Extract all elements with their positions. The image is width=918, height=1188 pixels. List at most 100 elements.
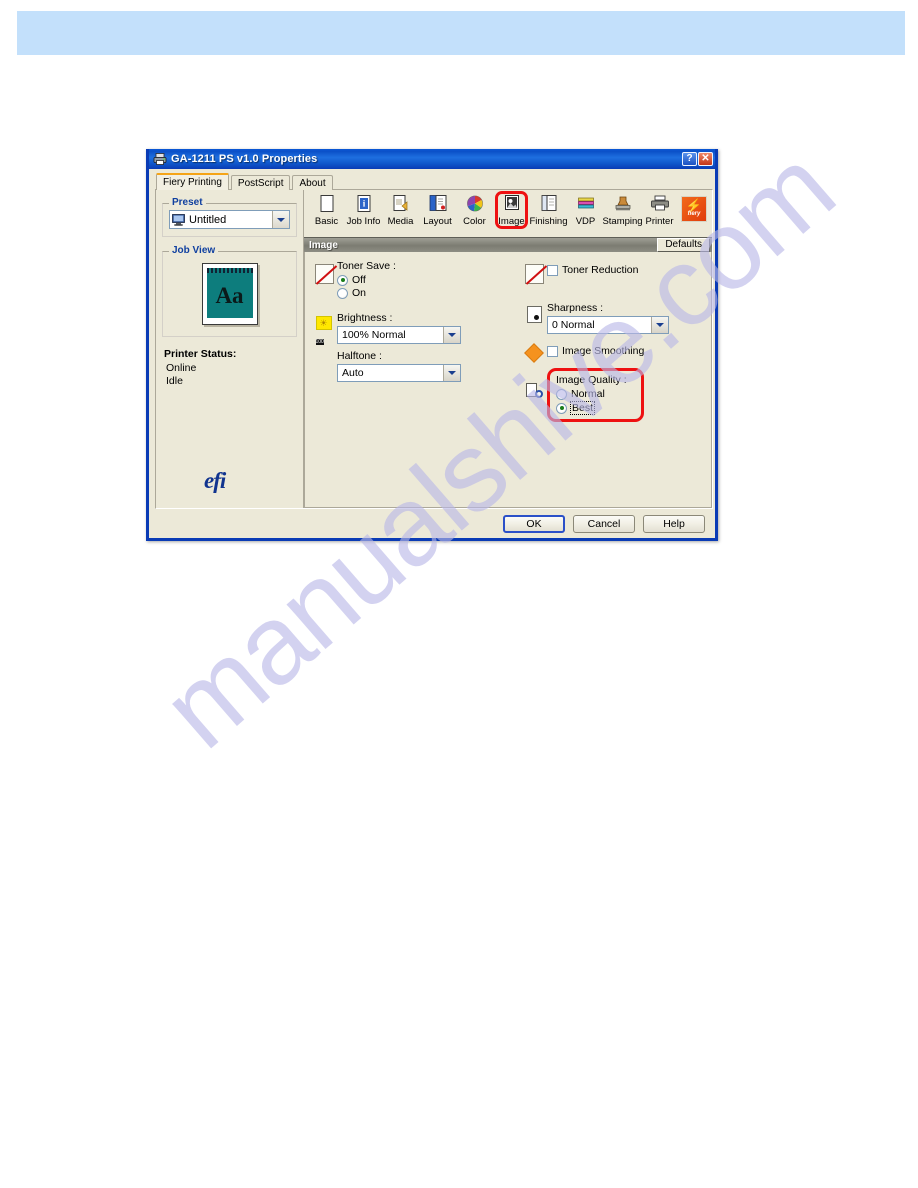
toolbar-label-vdp: VDP (575, 216, 596, 227)
toolbar-item-layout[interactable]: Layout (419, 193, 456, 227)
settings-right-column: Toner Reduction Sharpness: 0 Normal Ima… (511, 260, 705, 507)
toolbar-item-job-info[interactable]: i Job Info (345, 193, 382, 227)
cancel-button[interactable]: Cancel (573, 515, 635, 533)
finishing-icon (538, 193, 560, 215)
toner-save-icon-wrap (311, 260, 337, 284)
toner-save-field: Toner Save : Off On (311, 260, 511, 300)
dialog-title: GA-1211 PS v1.0 Properties (171, 153, 318, 165)
toner-save-off-label: Off (352, 274, 366, 286)
toolbar-item-printer[interactable]: Printer (641, 193, 678, 227)
sharpness-label: Sharpness : (547, 302, 604, 314)
tab-strip: Fiery Printing PostScript About (156, 173, 335, 190)
printer-status-title: Printer Status: (164, 348, 237, 360)
halftone-value: Auto (342, 367, 364, 379)
orange-diamond-icon (524, 343, 544, 363)
brightness-label: Brightness : (337, 312, 393, 324)
preset-value: Untitled (189, 213, 227, 226)
radio-image-quality-best[interactable] (556, 402, 567, 414)
job-preview: Aa (201, 263, 258, 325)
image-smoothing-label: Image Smoothing (562, 345, 645, 357)
brightness-value-chip: 100 (315, 339, 324, 345)
layout-page-icon (427, 193, 449, 215)
category-toolbar: Basic i Job Info Media Layout Color Imag… (304, 190, 712, 237)
image-quality-field: Image Quality : Normal Best (521, 368, 705, 422)
toolbar-label-job-info: Job Info (346, 216, 381, 227)
image-icon (501, 193, 523, 215)
vdp-stack-icon (575, 193, 597, 215)
dialog-titlebar: GA-1211 PS v1.0 Properties ? ✕ (149, 149, 715, 169)
image-quality-highlight-box: Image Quality : Normal Best (547, 368, 644, 422)
disabled-slash-icon (314, 264, 334, 284)
checkbox-toner-reduction[interactable] (547, 264, 558, 276)
dialog-footer: OK Cancel Help (149, 510, 715, 538)
ok-button[interactable]: OK (503, 515, 565, 533)
chevron-down-icon[interactable] (272, 211, 289, 228)
media-page-icon (390, 193, 412, 215)
image-quality-content: Image Quality : Normal Best (547, 368, 705, 422)
toolbar-label-layout: Layout (423, 216, 452, 227)
disabled-slash-icon (524, 264, 544, 284)
toner-save-off-option[interactable]: Off (337, 274, 511, 286)
tab-about[interactable]: About (292, 175, 333, 190)
brightness-icon-wrap: ☀ 100 (311, 312, 337, 345)
settings-left-column: Toner Save : Off On ☀ 100 Brightness: 1… (311, 260, 511, 507)
halftone-select[interactable]: Auto (337, 364, 461, 382)
toner-reduction-option[interactable]: Toner Reduction (547, 264, 705, 276)
checkbox-image-smoothing[interactable] (547, 345, 558, 357)
help-button[interactable]: Help (643, 515, 705, 533)
toolbar-item-vdp[interactable]: VDP (567, 193, 604, 227)
image-quality-normal-label: Normal (571, 388, 605, 400)
toolbar-label-image: Image (498, 216, 525, 227)
image-smoothing-content: Image Smoothing (547, 342, 705, 358)
image-quality-best-option[interactable]: Best (556, 401, 627, 415)
help-titlebar-button[interactable]: ? (682, 152, 697, 166)
chevron-down-icon[interactable] (651, 317, 668, 333)
toolbar-item-media[interactable]: Media (382, 193, 419, 227)
job-view-group: Job View Aa (162, 245, 297, 337)
tab-postscript[interactable]: PostScript (230, 175, 291, 190)
page-icon (316, 193, 338, 215)
page-root: manualshive.com GA-1211 PS v1.0 Properti… (0, 0, 918, 1188)
close-icon[interactable]: ✕ (698, 152, 713, 166)
toner-reduction-content: Toner Reduction (547, 260, 705, 277)
toner-save-content: Toner Save : Off On (337, 260, 511, 300)
brightness-icon: ☀ 100 (315, 316, 333, 345)
toner-save-on-option[interactable]: On (337, 287, 511, 299)
printer-status-online: Online (166, 362, 197, 374)
toner-reduction-field: Toner Reduction (521, 260, 705, 284)
sharpness-content: Sharpness : 0 Normal (547, 302, 705, 334)
image-smoothing-option[interactable]: Image Smoothing (547, 345, 705, 357)
halftone-label: Halftone : (337, 350, 382, 362)
defaults-button[interactable]: Defaults (657, 238, 710, 252)
image-quality-best-label: Best (570, 401, 596, 415)
toolbar-item-basic[interactable]: Basic (308, 193, 345, 227)
toner-save-label: Toner Save : (337, 260, 396, 272)
chevron-down-icon[interactable] (443, 327, 460, 343)
job-view-legend: Job View (169, 245, 219, 256)
radio-toner-save-off[interactable] (337, 274, 348, 286)
toolbar-item-stamping[interactable]: Stamping (602, 193, 643, 227)
radio-toner-save-on[interactable] (337, 287, 348, 299)
brightness-content: Brightness : 100% Normal Halftone : Auto (337, 312, 511, 382)
preset-combo[interactable]: Untitled (169, 210, 290, 229)
brightness-select[interactable]: 100% Normal (337, 326, 461, 344)
toolbar-item-image[interactable]: Image (493, 191, 530, 229)
job-preview-wrapper: Aa (169, 258, 290, 329)
toolbar-item-finishing[interactable]: Finishing (529, 193, 568, 227)
toner-reduction-label: Toner Reduction (562, 264, 639, 276)
preset-legend: Preset (169, 197, 206, 208)
sharpness-select[interactable]: 0 Normal (547, 316, 669, 334)
printer-icon (153, 152, 167, 166)
top-banner (17, 11, 905, 55)
tab-fiery-printing[interactable]: Fiery Printing (156, 173, 229, 190)
image-quality-normal-option[interactable]: Normal (556, 388, 627, 400)
chevron-down-icon[interactable] (443, 365, 460, 381)
image-quality-icon-wrap (521, 368, 547, 400)
toolbar-item-color[interactable]: Color (456, 193, 493, 227)
toolbar-label-color: Color (463, 216, 486, 227)
radio-image-quality-normal[interactable] (556, 388, 567, 400)
stamp-icon (612, 193, 634, 215)
preset-group: Preset Untitled (162, 197, 297, 237)
